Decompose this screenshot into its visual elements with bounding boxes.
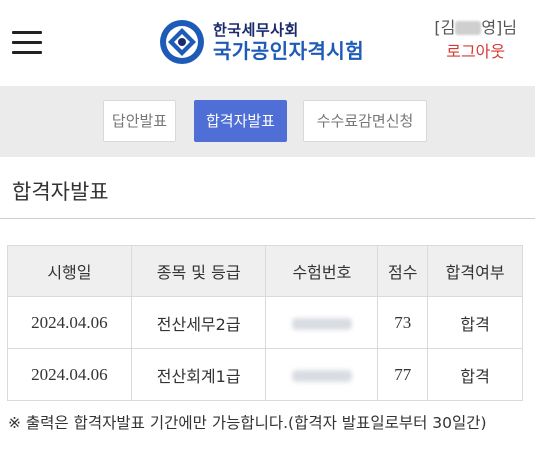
header-result: 합격여부	[427, 245, 523, 297]
cell-score: 73	[377, 296, 429, 349]
cell-exam-number	[265, 348, 379, 401]
divider	[0, 218, 535, 219]
header: 한국세무사회 국가공인자격시험 [김 영]님 로그아웃	[0, 0, 535, 86]
tab-pass-announcement[interactable]: 합격자발표	[194, 100, 287, 142]
cell-date: 2024.04.06	[7, 348, 132, 401]
cell-date: 2024.04.06	[7, 296, 132, 349]
page-title: 합격자발표	[12, 180, 109, 204]
cell-subject: 전산세무2급	[130, 296, 267, 349]
table-row: 2024.04.06 전산회계1급 77 합격	[7, 348, 523, 401]
logout-link[interactable]: 로그아웃	[434, 40, 517, 64]
header-score: 점수	[377, 245, 429, 297]
masked-exam-number	[291, 317, 352, 330]
cell-exam-number	[265, 296, 379, 349]
notice-text: ※ 출력은 합격자발표 기간에만 가능합니다.(합격자 발표일로부터 30일간)	[8, 414, 487, 432]
header-subject: 종목 및 등급	[130, 245, 267, 297]
table-row: 2024.04.06 전산세무2급 73 합격	[7, 296, 523, 349]
cell-result: 합격	[427, 348, 523, 401]
menu-icon[interactable]	[12, 31, 42, 55]
results-table: 시행일 종목 및 등급 수험번호 점수 합격여부 2024.04.06 전산세무…	[7, 245, 523, 401]
cell-subject: 전산회계1급	[130, 348, 267, 401]
tab-answer-release[interactable]: 답안발표	[103, 100, 176, 142]
user-box: [김 영]님 로그아웃	[434, 16, 517, 64]
masked-exam-number	[291, 369, 352, 382]
tab-fee-reduction[interactable]: 수수료감면신청	[303, 100, 427, 142]
header-date: 시행일	[7, 245, 132, 297]
logo[interactable]: 한국세무사회 국가공인자격시험	[158, 18, 364, 66]
logo-title: 국가공인자격시험	[213, 38, 365, 63]
header-exam-number: 수험번호	[265, 245, 379, 297]
tab-bar: 답안발표 합격자발표 수수료감면신청	[0, 86, 535, 157]
logo-subtitle: 한국세무사회	[213, 20, 299, 39]
user-name: [김 영]님	[434, 18, 517, 37]
logo-emblem-icon	[160, 20, 204, 64]
cell-result: 합격	[427, 296, 523, 349]
masked-name	[455, 21, 482, 35]
table-header-row: 시행일 종목 및 등급 수험번호 점수 합격여부	[7, 245, 523, 297]
cell-score: 77	[377, 348, 429, 401]
